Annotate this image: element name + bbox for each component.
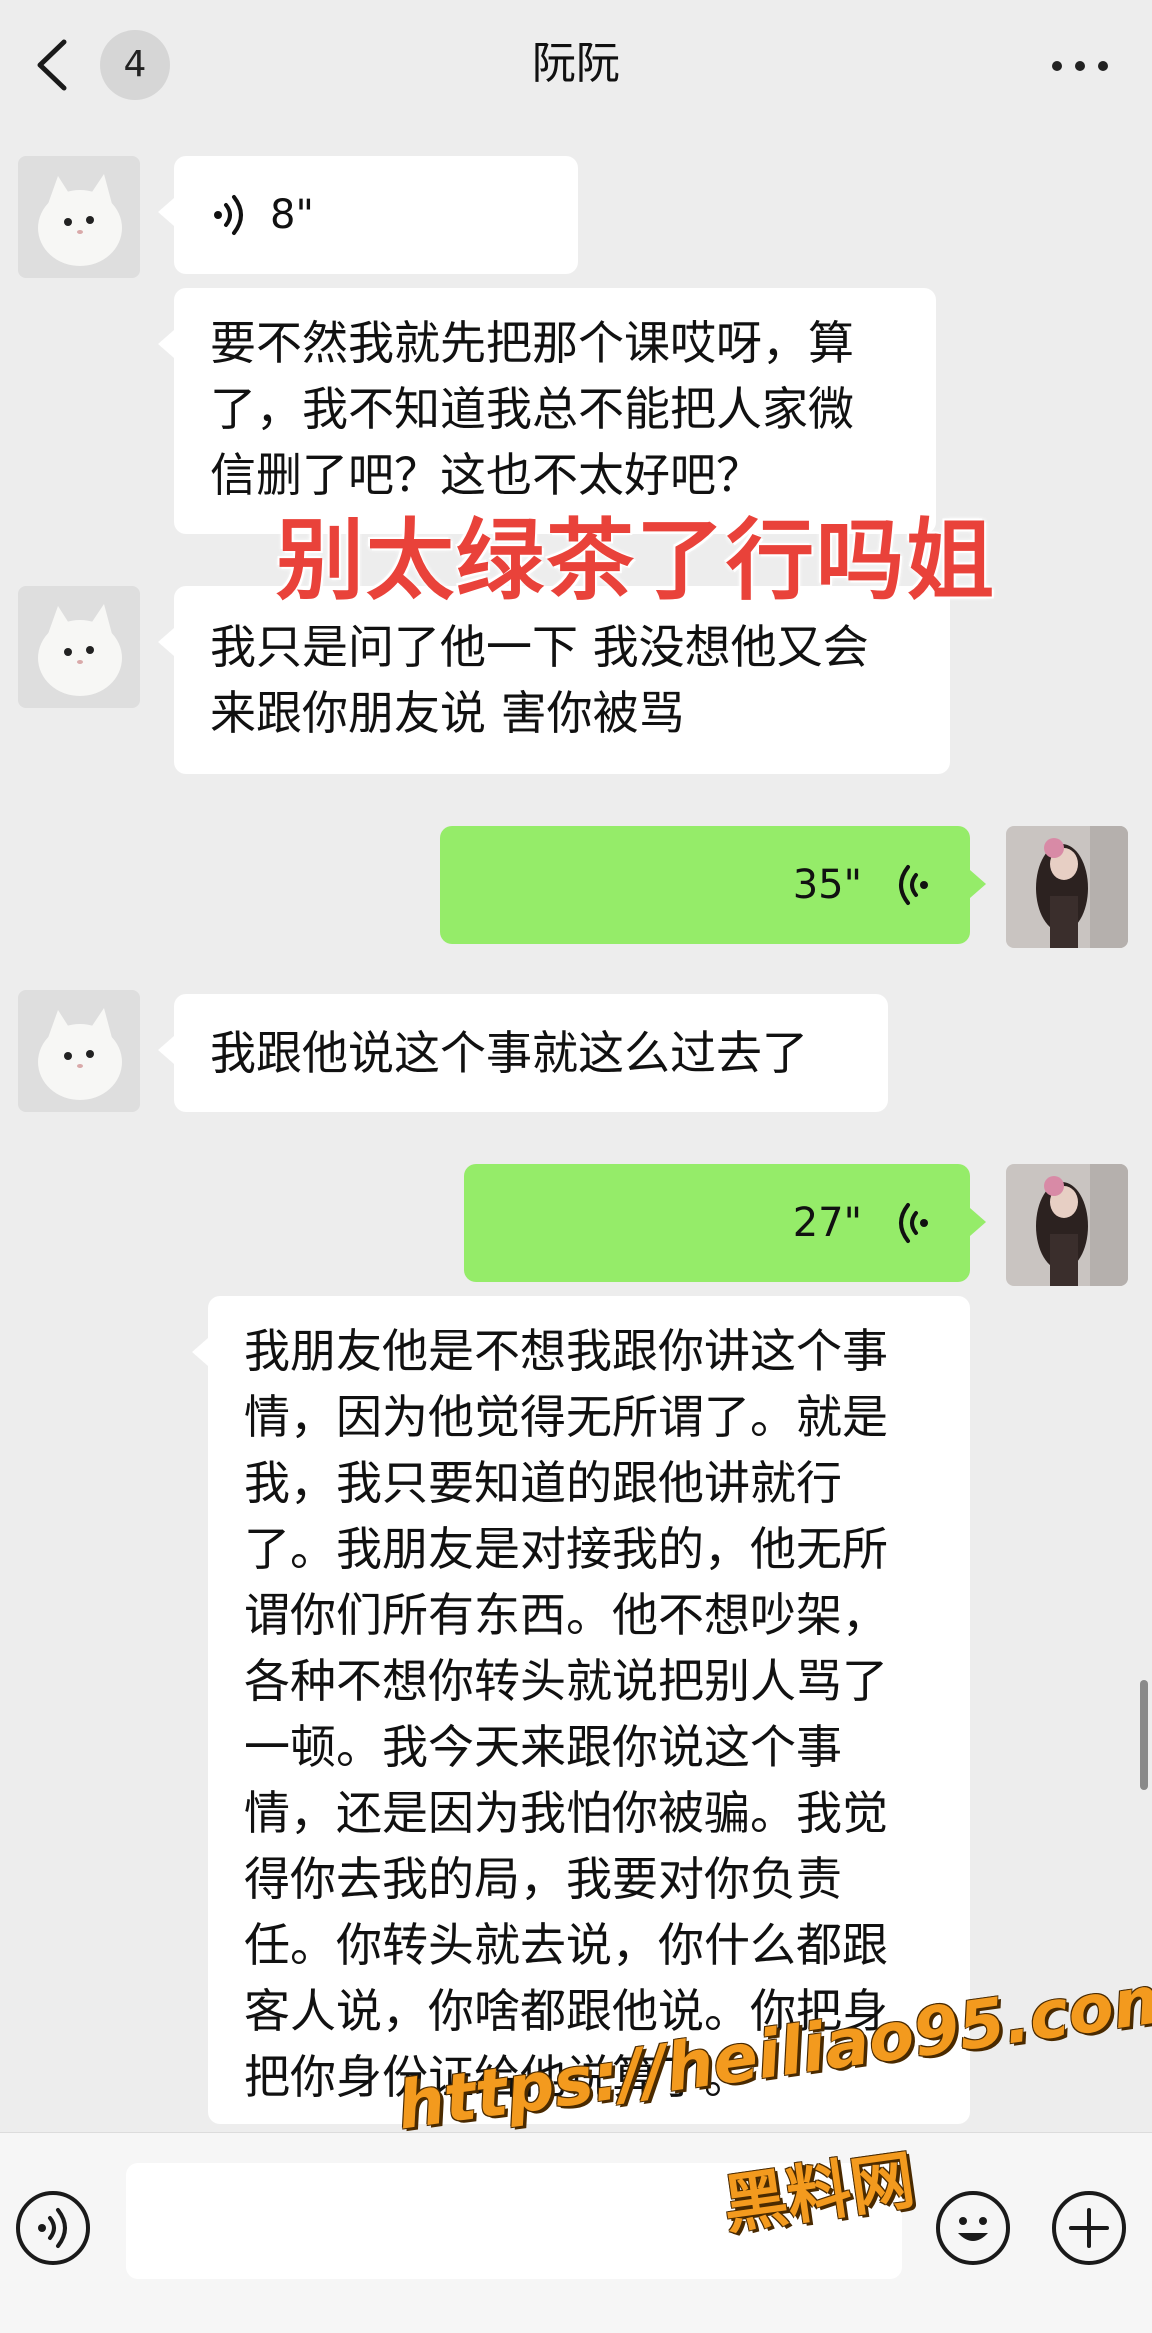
cat-avatar-image: [18, 586, 140, 708]
message-text: 我跟他说这个事就这么过去了: [210, 1026, 808, 1080]
message-text: 我只是问了他一下 我没想他又会 来跟你朋友说 害你被骂: [210, 620, 869, 740]
chat-title: 阮阮: [532, 38, 620, 89]
plus-icon: [1069, 2208, 1109, 2248]
voice-message-bubble[interactable]: 35": [440, 826, 986, 944]
text-message-bubble[interactable]: 我跟他说这个事就这么过去了: [158, 994, 888, 1112]
cat-avatar-image: [18, 990, 140, 1112]
plus-button[interactable]: [1052, 2191, 1126, 2265]
voice-duration: 35": [792, 862, 862, 908]
text-message-bubble[interactable]: 要不然我就先把那个课哎呀，算 了，我不知道我总不能把人家微 信删了吧？这也不太好…: [158, 288, 936, 534]
message-text: 要不然我就先把那个课哎呀，算 了，我不知道我总不能把人家微 信删了吧？这也不太好…: [210, 316, 854, 502]
voice-wave-icon: [214, 195, 243, 235]
unread-count-badge: 4: [100, 30, 170, 100]
more-options-button[interactable]: [1040, 40, 1120, 90]
chevron-left-icon: [37, 39, 67, 91]
voice-message-bubble[interactable]: 8": [158, 156, 578, 274]
voice-wave-icon: [899, 1203, 928, 1243]
emoji-button[interactable]: [936, 2191, 1010, 2265]
more-dots-icon: [1075, 61, 1085, 71]
voice-message-bubble[interactable]: 27": [464, 1164, 986, 1282]
more-dots-icon: [1052, 61, 1062, 71]
emoji-icon: [958, 2217, 988, 2241]
contact-avatar[interactable]: [18, 990, 140, 1112]
self-avatar[interactable]: [1006, 826, 1128, 948]
chat-header: 4 阮阮: [0, 0, 1152, 128]
voice-duration: 8": [270, 192, 314, 238]
overlay-caption: 别太绿茶了行吗姐: [276, 509, 997, 612]
girl-avatar-image: [1006, 826, 1128, 948]
input-bar: [0, 2132, 1152, 2333]
self-avatar[interactable]: [1006, 1164, 1128, 1286]
back-button[interactable]: 4: [22, 30, 172, 100]
contact-avatar[interactable]: [18, 586, 140, 708]
contact-avatar[interactable]: [18, 156, 140, 278]
more-dots-icon: [1098, 61, 1108, 71]
cat-avatar-image: [18, 156, 140, 278]
voice-wave-icon: [899, 865, 928, 905]
voice-duration: 27": [792, 1200, 862, 1246]
scrollbar[interactable]: [1140, 1680, 1148, 1790]
voice-icon: [38, 2208, 67, 2248]
voice-mode-button[interactable]: [16, 2191, 90, 2265]
girl-avatar-image: [1006, 1164, 1128, 1286]
